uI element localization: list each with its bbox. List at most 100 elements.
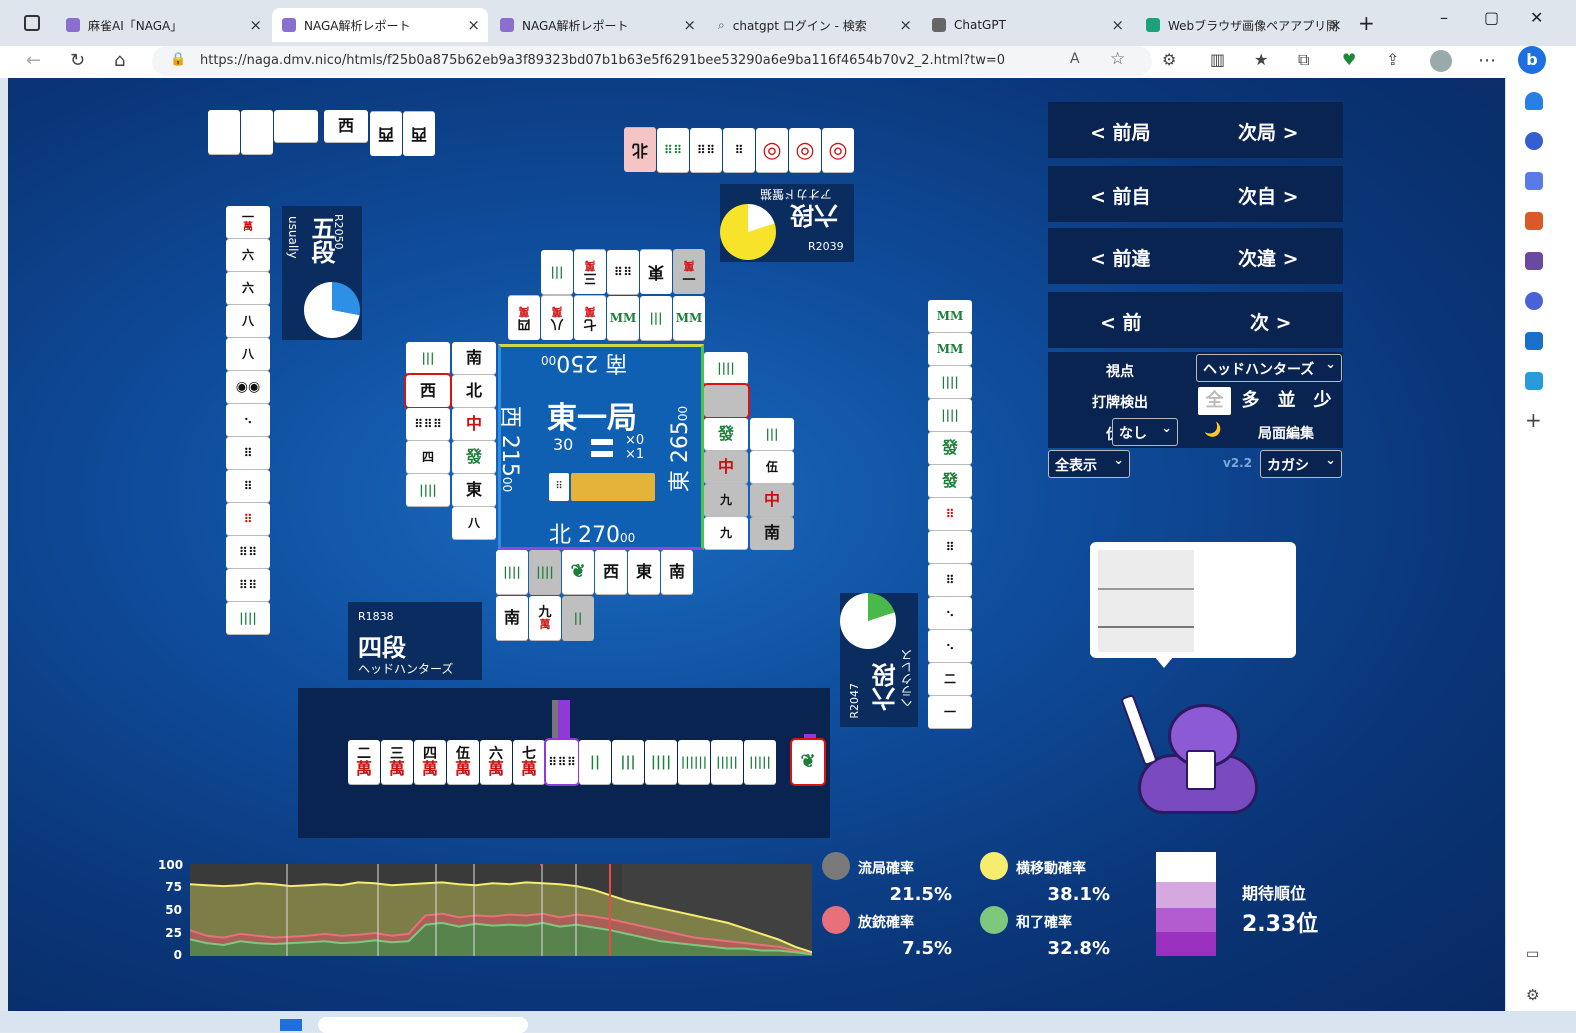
- detect-all-button[interactable]: 全: [1198, 387, 1231, 415]
- detect-many-button[interactable]: 多: [1234, 387, 1267, 415]
- search-icon[interactable]: [1525, 132, 1543, 150]
- speech-bubble: [1090, 542, 1296, 668]
- tile-man-9: 九: [704, 484, 748, 516]
- hand-tile[interactable]: 七萬: [513, 740, 545, 784]
- lock-icon[interactable]: 🔒: [170, 52, 186, 67]
- close-icon[interactable]: ×: [683, 16, 696, 34]
- performance-icon[interactable]: ♥: [1342, 50, 1356, 69]
- edit-board-button[interactable]: 局面編集: [1258, 423, 1314, 443]
- settings-icon[interactable]: ⚙: [1526, 986, 1539, 1004]
- tile-man-8: 八: [226, 338, 270, 370]
- drawn-tile-sou-1[interactable]: ❦: [790, 738, 826, 786]
- bottom-player-panel: R1838 四段 ヘッドハンターズ: [348, 602, 482, 680]
- naga-report-page: 西 西 西 北 ⠿⠿ ⠿⠿ ⠿ ◎ ◎ ◎ アオカド蟹猫 六段 R2039 R2…: [8, 78, 1505, 1011]
- tools-icon[interactable]: [1525, 212, 1543, 230]
- hand-tile-sou-6[interactable]: ||||||: [678, 740, 710, 784]
- prev-round-button[interactable]: < 前局: [1090, 118, 1151, 145]
- draw-label: 流局確率: [858, 861, 914, 877]
- hand-tile-pin-9[interactable]: ⠿⠿⠿: [544, 738, 580, 786]
- more-icon[interactable]: ⋯: [1478, 50, 1496, 71]
- notification-icon[interactable]: [1525, 92, 1543, 110]
- browser-tab-3[interactable]: NAGA解析レポート ×: [490, 8, 704, 42]
- collections-icon[interactable]: ⧉: [1298, 50, 1309, 70]
- move-value: 38.1%: [1047, 884, 1110, 905]
- minimize-button[interactable]: –: [1440, 8, 1448, 27]
- drop-icon[interactable]: [1525, 372, 1543, 390]
- browser-tab-4[interactable]: ⌕ chatgpt ログイン - 検索 ×: [708, 8, 920, 42]
- prev-diff-button[interactable]: < 前違: [1090, 244, 1151, 271]
- prev-self-button[interactable]: < 前自: [1090, 182, 1151, 209]
- round-nav: < 前局 次局 >: [1048, 102, 1343, 158]
- maximize-button[interactable]: ▢: [1484, 8, 1499, 27]
- close-icon[interactable]: ×: [899, 16, 912, 34]
- home-icon[interactable]: ⌂: [114, 50, 125, 71]
- tile-west: 西: [370, 112, 402, 156]
- copilot-icon[interactable]: b: [1518, 46, 1546, 74]
- close-icon[interactable]: ×: [467, 16, 480, 34]
- start-icon[interactable]: [280, 1019, 302, 1031]
- favorite-icon[interactable]: ☆: [1110, 49, 1125, 69]
- model-select[interactable]: カガシ: [1260, 450, 1342, 478]
- back-icon[interactable]: ←: [26, 50, 41, 71]
- hand-tile-sou-7[interactable]: |||||: [711, 740, 743, 784]
- tile-back: [208, 110, 240, 154]
- moon-icon[interactable]: 🌙: [1204, 422, 1221, 438]
- tile-man-9: 九: [704, 517, 748, 549]
- next-diff-button[interactable]: 次違 >: [1238, 244, 1299, 271]
- hand-tile[interactable]: 六萬: [480, 740, 512, 784]
- tile-west: 西: [403, 112, 435, 156]
- hand-tile-sou-4[interactable]: ||||: [645, 740, 677, 784]
- tab-actions-icon[interactable]: [24, 15, 40, 31]
- detect-few-button[interactable]: 少: [1306, 387, 1339, 415]
- close-icon[interactable]: ×: [249, 16, 262, 34]
- hand-tile[interactable]: 伍萬: [447, 740, 479, 784]
- tile-sou: |||: [640, 296, 672, 340]
- add-icon[interactable]: +: [1525, 408, 1542, 432]
- next-self-button[interactable]: 次自 >: [1238, 182, 1299, 209]
- top-player-rate: R2039: [808, 240, 844, 253]
- close-icon[interactable]: ×: [1111, 16, 1124, 34]
- profile-avatar[interactable]: [1430, 50, 1452, 72]
- outlook-icon[interactable]: [1525, 332, 1543, 350]
- next-round-button[interactable]: 次局 >: [1238, 118, 1299, 145]
- browser-tab-2[interactable]: NAGA解析レポート ×: [272, 8, 488, 42]
- naga-favicon-icon: [500, 18, 514, 32]
- hand-tile-sou-7[interactable]: |||||: [744, 740, 776, 784]
- hand-tile[interactable]: 二萬: [348, 740, 380, 784]
- read-aloud-icon[interactable]: A: [1070, 51, 1080, 67]
- browser-tab-1[interactable]: 麻雀AI「NAGA」 ×: [56, 8, 270, 42]
- refresh-icon[interactable]: ↻: [70, 50, 85, 71]
- browser-tab-5[interactable]: ChatGPT ×: [922, 8, 1132, 42]
- hand-tile-sou-2[interactable]: ||: [579, 740, 611, 784]
- detect-normal-button[interactable]: 並: [1270, 387, 1303, 415]
- close-icon[interactable]: ×: [1329, 16, 1342, 34]
- left-player-pie: [304, 282, 360, 338]
- new-tab-button[interactable]: +: [1358, 11, 1375, 35]
- prev-button[interactable]: < 前: [1100, 308, 1142, 335]
- microsoft365-icon[interactable]: [1525, 292, 1543, 310]
- taskbar-search-field[interactable]: [318, 1017, 528, 1033]
- games-icon[interactable]: [1525, 252, 1543, 270]
- favorites-icon[interactable]: ★: [1254, 50, 1268, 69]
- north-score: 北 27000: [549, 517, 635, 549]
- share-icon[interactable]: ⇪: [1386, 50, 1399, 69]
- url-field[interactable]: 🔒 https://naga.dmv.nico/htmls/f25b0a875b…: [152, 46, 1152, 76]
- rank-distribution-bars: [1156, 852, 1216, 956]
- extensions-icon[interactable]: ⚙: [1162, 50, 1176, 69]
- tile-south: 南: [661, 550, 693, 594]
- tile-man: 一萬: [673, 250, 705, 294]
- hand-tile-sou-3[interactable]: |||: [612, 740, 644, 784]
- shopping-icon[interactable]: [1525, 172, 1543, 190]
- close-window-button[interactable]: ✕: [1530, 8, 1543, 27]
- split-screen-icon[interactable]: ▥: [1210, 50, 1225, 69]
- hidden-select[interactable]: なし: [1112, 418, 1178, 446]
- next-button[interactable]: 次 >: [1250, 308, 1292, 335]
- hand-tile[interactable]: 三萬: [381, 740, 413, 784]
- hand-tile[interactable]: 四萬: [414, 740, 446, 784]
- sidebar-toggle-icon[interactable]: ▭: [1526, 946, 1539, 962]
- probability-chart[interactable]: [190, 864, 812, 956]
- display-select[interactable]: 全表示: [1048, 450, 1130, 478]
- browser-tab-6[interactable]: Webブラウザ画像ペアアプリ開発 ×: [1136, 8, 1350, 42]
- right-player-panel: R2047 六段 ヘラクレス: [840, 593, 918, 727]
- viewpoint-select[interactable]: ヘッドハンターズ: [1196, 354, 1342, 382]
